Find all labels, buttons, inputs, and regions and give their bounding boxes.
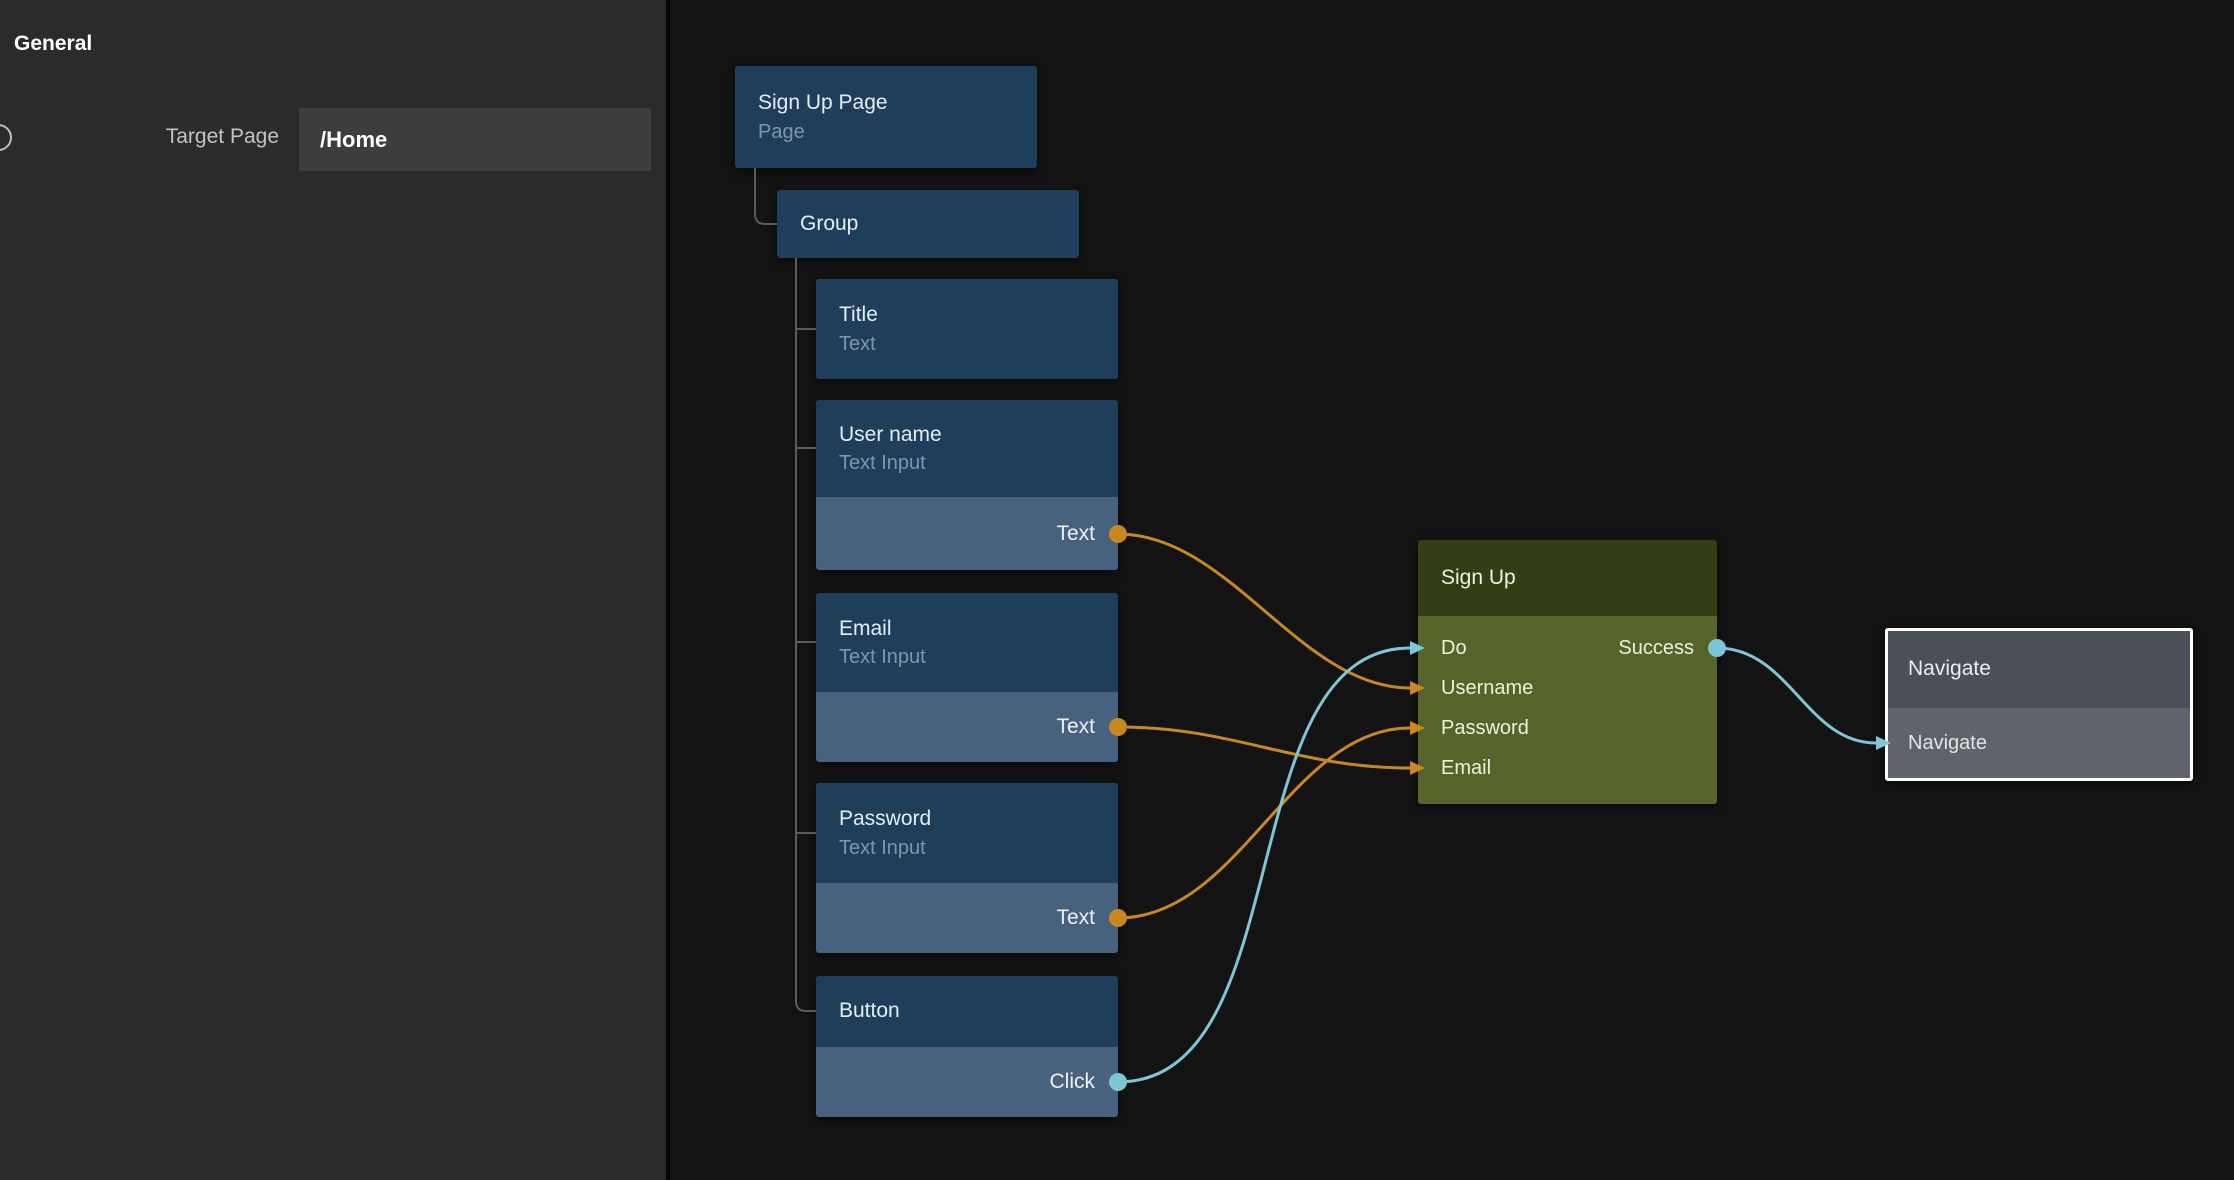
node-password[interactable]: Password Text Input Text xyxy=(816,783,1118,953)
node-title-text: Sign Up xyxy=(1441,565,1516,591)
target-page-input[interactable] xyxy=(299,108,651,171)
port-label: Navigate xyxy=(1908,732,1987,755)
connection-username-text-to-signup-username[interactable] xyxy=(1118,534,1410,688)
node-signup-page[interactable]: Sign Up Page Page xyxy=(735,66,1037,168)
node-title-text: Email xyxy=(839,616,1118,642)
connection-password-text-to-signup-password[interactable] xyxy=(1118,728,1410,918)
port-password-text-output[interactable]: Text xyxy=(816,883,1118,953)
node-title-text: Sign Up Page xyxy=(758,90,1037,116)
port-email-text-output[interactable]: Text xyxy=(816,692,1118,762)
connection-email-text-to-signup-email[interactable] xyxy=(1118,727,1410,768)
port-dot-password-text[interactable] xyxy=(1109,909,1127,927)
node-title[interactable]: Title Text xyxy=(816,279,1118,379)
node-title-text: Navigate xyxy=(1908,656,1991,682)
port-signup-do-input[interactable]: Do xyxy=(1441,637,1467,660)
port-dot-button-click[interactable] xyxy=(1109,1073,1127,1091)
hierarchy-lines xyxy=(755,168,816,1011)
port-label: Click xyxy=(1050,1070,1096,1094)
port-signup-password-input[interactable]: Password xyxy=(1441,717,1529,740)
node-title-text: Group xyxy=(800,211,1079,237)
port-navigate-input[interactable]: Navigate xyxy=(1888,708,2190,778)
properties-panel: General Target Page xyxy=(0,0,670,1180)
node-title-text: Title xyxy=(839,302,1118,328)
node-subtitle-text: Page xyxy=(758,120,1037,144)
port-label: Text xyxy=(1056,906,1095,930)
connection-button-click-to-signup-do[interactable] xyxy=(1118,648,1410,1082)
node-subtitle-text: Text xyxy=(839,332,1118,356)
connection-signup-success-to-navigate[interactable] xyxy=(1717,648,1876,743)
node-subtitle-text: Text Input xyxy=(839,836,1118,860)
node-subtitle-text: Text Input xyxy=(839,451,1118,475)
node-button[interactable]: Button Click xyxy=(816,976,1118,1117)
node-username[interactable]: User name Text Input Text xyxy=(816,400,1118,570)
port-dot-email-text[interactable] xyxy=(1109,718,1127,736)
node-navigate[interactable]: Navigate Navigate xyxy=(1885,628,2193,781)
section-title: General xyxy=(14,32,92,56)
node-subtitle-text: Text Input xyxy=(839,645,1118,669)
port-dot-username-text[interactable] xyxy=(1109,525,1127,543)
port-signup-email-input[interactable]: Email xyxy=(1441,757,1491,780)
node-title-text: Password xyxy=(839,806,1118,832)
node-title-text: Button xyxy=(839,998,1118,1024)
node-email[interactable]: Email Text Input Text xyxy=(816,593,1118,762)
port-username-text-output[interactable]: Text xyxy=(816,497,1118,570)
node-title-text: User name xyxy=(839,422,1118,448)
target-page-label: Target Page xyxy=(0,125,279,149)
port-signup-success-output[interactable]: Success xyxy=(1618,637,1694,660)
node-signup-function[interactable]: Sign Up Do Success Username Password Ema… xyxy=(1418,540,1717,804)
port-signup-username-input[interactable]: Username xyxy=(1441,677,1533,700)
port-label: Text xyxy=(1056,522,1095,546)
port-button-click-output[interactable]: Click xyxy=(816,1047,1118,1117)
port-label: Text xyxy=(1056,715,1095,739)
port-dot-signup-success[interactable] xyxy=(1708,639,1726,657)
node-group[interactable]: Group xyxy=(777,190,1079,258)
